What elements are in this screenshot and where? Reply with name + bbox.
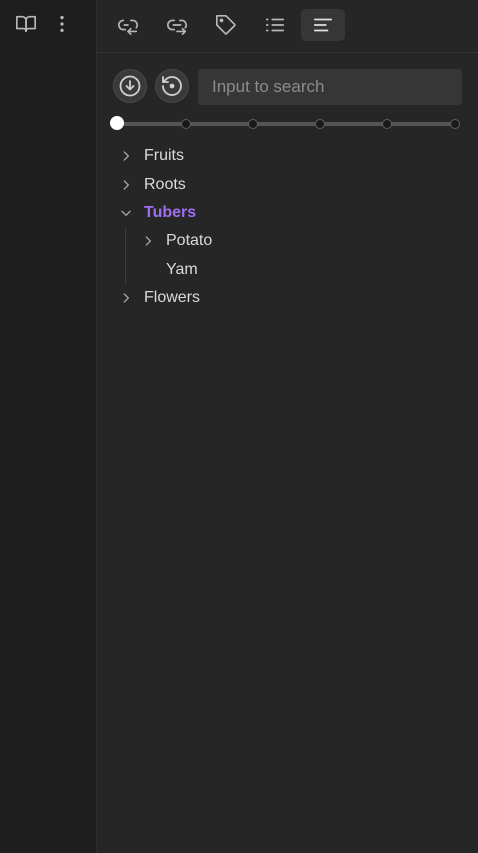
slider-thumb[interactable] <box>110 116 124 130</box>
chevron-down-icon[interactable] <box>117 204 135 222</box>
tree-item-potato[interactable]: Potato <box>139 227 212 255</box>
slider-stop[interactable] <box>450 119 460 129</box>
heading-level-slider[interactable] <box>110 116 461 132</box>
tab-outline-list[interactable] <box>253 9 297 41</box>
slider-stop[interactable] <box>181 119 191 129</box>
view-toolbar <box>97 0 478 53</box>
backlinks-icon <box>118 19 138 35</box>
tab-file-outline[interactable] <box>301 9 345 41</box>
app-window: Fruits Roots Tubers Potato <box>0 0 478 853</box>
outline-list-icon <box>265 18 285 32</box>
tab-tags[interactable] <box>204 9 248 41</box>
reset-history-button[interactable] <box>155 69 189 103</box>
align-left-icon <box>313 18 333 32</box>
history-reset-icon <box>162 76 182 96</box>
chevron-right-icon[interactable] <box>117 147 135 165</box>
tab-outgoing-links[interactable] <box>155 9 199 41</box>
expand-all-button[interactable] <box>113 69 147 103</box>
tree-item-label: Potato <box>166 232 213 249</box>
outgoing-links-icon <box>167 19 187 35</box>
tree-item-tubers[interactable]: Tubers <box>117 199 196 227</box>
slider-stop[interactable] <box>248 119 258 129</box>
tree-item-yam[interactable]: Yam <box>166 256 198 284</box>
left-ribbon <box>0 0 97 853</box>
tree-item-roots[interactable]: Roots <box>117 171 186 199</box>
tree-item-flowers[interactable]: Flowers <box>117 284 200 312</box>
slider-stop[interactable] <box>382 119 392 129</box>
tags-icon <box>216 15 236 35</box>
outline-pane: Fruits Roots Tubers Potato <box>97 0 478 853</box>
more-vertical-icon[interactable] <box>50 12 74 36</box>
tree-item-label: Flowers <box>144 289 201 306</box>
tree-item-label: Yam <box>166 261 198 278</box>
indent-guide <box>125 228 126 284</box>
chevron-right-icon[interactable] <box>117 289 135 307</box>
tree-item-label: Tubers <box>144 204 197 221</box>
chevron-right-icon[interactable] <box>139 232 157 250</box>
book-open-icon[interactable] <box>14 12 38 36</box>
tree-item-label: Fruits <box>144 147 184 164</box>
search-input[interactable] <box>198 69 462 105</box>
download-circle-icon <box>119 75 141 97</box>
tree-item-fruits[interactable]: Fruits <box>117 142 184 170</box>
tab-backlinks[interactable] <box>106 9 150 41</box>
slider-track <box>117 122 457 126</box>
chevron-right-icon[interactable] <box>117 176 135 194</box>
slider-stop[interactable] <box>315 119 325 129</box>
tree-item-label: Roots <box>144 176 186 193</box>
